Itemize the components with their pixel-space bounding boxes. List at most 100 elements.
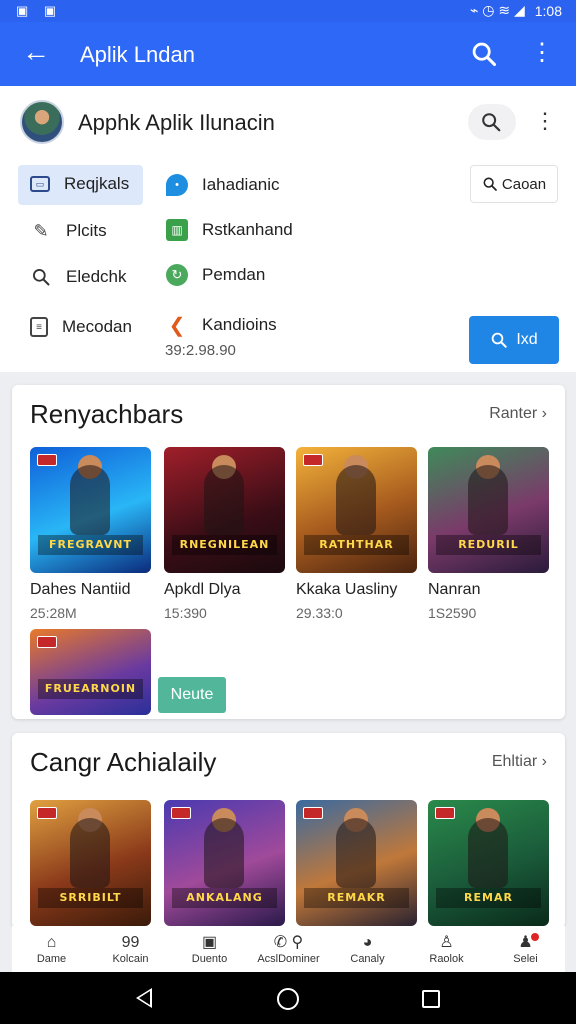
game-art-body [336,465,376,535]
section-title: Renyachbars [30,399,184,429]
diamond-icon: ❮ [168,314,186,337]
game-tile[interactable]: RATHTHAR [296,447,417,573]
nav-label: Kolcain [112,953,149,965]
square-icon: ▣ [201,934,218,951]
nav-item-canaly[interactable]: ◕ Canaly [328,926,407,972]
menu-item-label: Pemdan [202,265,266,284]
game-art-title: FRUEARNOIN [38,679,143,699]
game-art-title: REMAKR [304,888,409,908]
menu-item-plcits[interactable]: ✎ Plcits [30,220,107,242]
game-name: Kkaka Uasliny [296,581,398,598]
game-art-body [468,465,508,535]
more-button[interactable]: Neute [158,677,226,713]
notification-icons: ▣ ▣ [16,3,63,18]
nav-label: Duento [191,953,228,965]
action-button-label: Ixd [516,331,538,348]
game-tile[interactable]: REMAKR [296,800,417,926]
game-badge [37,454,57,466]
game-art-body [70,465,110,535]
id-card-icon: ▭ [30,176,50,192]
menu-item-label: Iahadianic [202,175,280,194]
account-icon: ♟ [518,933,539,953]
nav-item-kolcain[interactable]: 99 Kolcain [91,926,170,972]
clipboard-icon: ≡ [30,317,48,337]
clock: 1:08 [534,2,562,19]
game-art-title: RATHTHAR [304,535,409,555]
game-tile[interactable]: REMAR [428,800,549,926]
game-badge [37,807,57,819]
chart-icon: ▥ [166,219,188,241]
game-art-title: SRRIBILT [38,888,143,908]
nav-item-dame[interactable]: ⌂ Dame [12,926,91,972]
game-art-body [70,818,110,888]
home-icon: ⌂ [46,934,57,951]
search-icon [492,332,508,348]
size-text: 39:2.98.90 [165,342,236,359]
game-art-title: REDURIL [436,535,541,555]
menu-item-rstkanhand[interactable]: ▥ Rstkanhand [166,219,293,241]
game-art-body [468,818,508,888]
game-tile[interactable]: ANKALANG [164,800,285,926]
game-badge [171,807,191,819]
game-name: Nanran [428,581,481,598]
game-size: 25:28M [30,605,77,621]
back-icon[interactable] [136,988,152,1008]
person-icon: ♙ [439,934,454,951]
section-more-link[interactable]: Ehltiar › [492,753,547,771]
menu-item-label: Rstkanhand [202,220,293,239]
home-circle-icon[interactable] [277,988,299,1010]
grid-icon: 99 [121,934,140,951]
search-icon [482,113,501,132]
game-badge [303,807,323,819]
search-button[interactable]: Caoan [470,165,558,203]
header-search-button[interactable] [468,104,516,140]
menu-item-kandioins[interactable]: ❮ Kandioins [166,314,277,337]
notification-dot [530,933,539,941]
game-badge [303,454,323,466]
app-bar-title: Aplik Lndan [80,42,195,67]
app-avatar [20,100,64,144]
game-size: 15:390 [164,605,207,621]
section-more-link[interactable]: Ranter › [489,405,547,423]
search-icon [30,266,52,288]
game-tile[interactable]: SRRIBILT [30,800,151,926]
game-tile[interactable]: FRUEARNOIN [30,629,151,715]
refresh-icon: ↻ [166,264,188,286]
game-art-title: FREGRAVNT [38,535,143,555]
game-tile[interactable]: FREGRAVNT [30,447,151,573]
game-art-body [204,465,244,535]
action-button[interactable]: Ixd [469,316,559,364]
menu-item-label: Plcits [66,221,107,240]
back-arrow-icon[interactable]: ← [22,38,50,66]
nav-label: Selei [513,953,538,965]
menu-item-label: Reqjkals [64,174,130,193]
nav-label: Raolok [429,953,464,965]
nav-label: Dame [36,953,67,965]
menu-item-pemdan[interactable]: ↻ Pemdan [166,264,265,286]
menu-item-iahadianic[interactable]: • Iahadianic [166,174,280,196]
game-name: Apkdl Dlya [164,581,241,598]
edit-icon: ✎ [33,220,49,241]
search-icon [483,177,497,191]
section-title: Cangr Achialaily [30,747,217,777]
nav-item-acsldominer[interactable]: ✆ ⚲ AcslDominer [249,926,328,972]
menu-item-label: Kandioins [202,315,277,334]
header-more-icon[interactable]: ⋮ [534,108,556,134]
game-tile[interactable]: REDURIL [428,447,549,573]
menu-item-label: Eledchk [66,267,127,286]
game-art-title: REMAR [436,888,541,908]
recents-icon[interactable] [422,990,440,1008]
tools-icon: ✆ ⚲ [273,934,304,951]
more-vertical-icon[interactable]: ⋮ [530,40,554,66]
game-size: 1S2590 [428,605,477,621]
game-badge [435,807,455,819]
nav-item-selei[interactable]: ♟ Selei [486,926,565,972]
nav-item-duento[interactable]: ▣ Duento [170,926,249,972]
menu-item-eledchk[interactable]: Eledchk [30,266,126,288]
status-bar: ▣ ▣ ⌁ ◷ ≋ ◢ 1:08 [0,0,576,22]
menu-item-reqjkals[interactable]: ▭ Reqjkals [30,174,129,194]
nav-item-raolok[interactable]: ♙ Raolok [407,926,486,972]
game-tile[interactable]: RNEGNILEAN [164,447,285,573]
search-icon[interactable] [470,40,498,68]
menu-item-mecodan[interactable]: ≡ Mecodan [30,317,132,337]
